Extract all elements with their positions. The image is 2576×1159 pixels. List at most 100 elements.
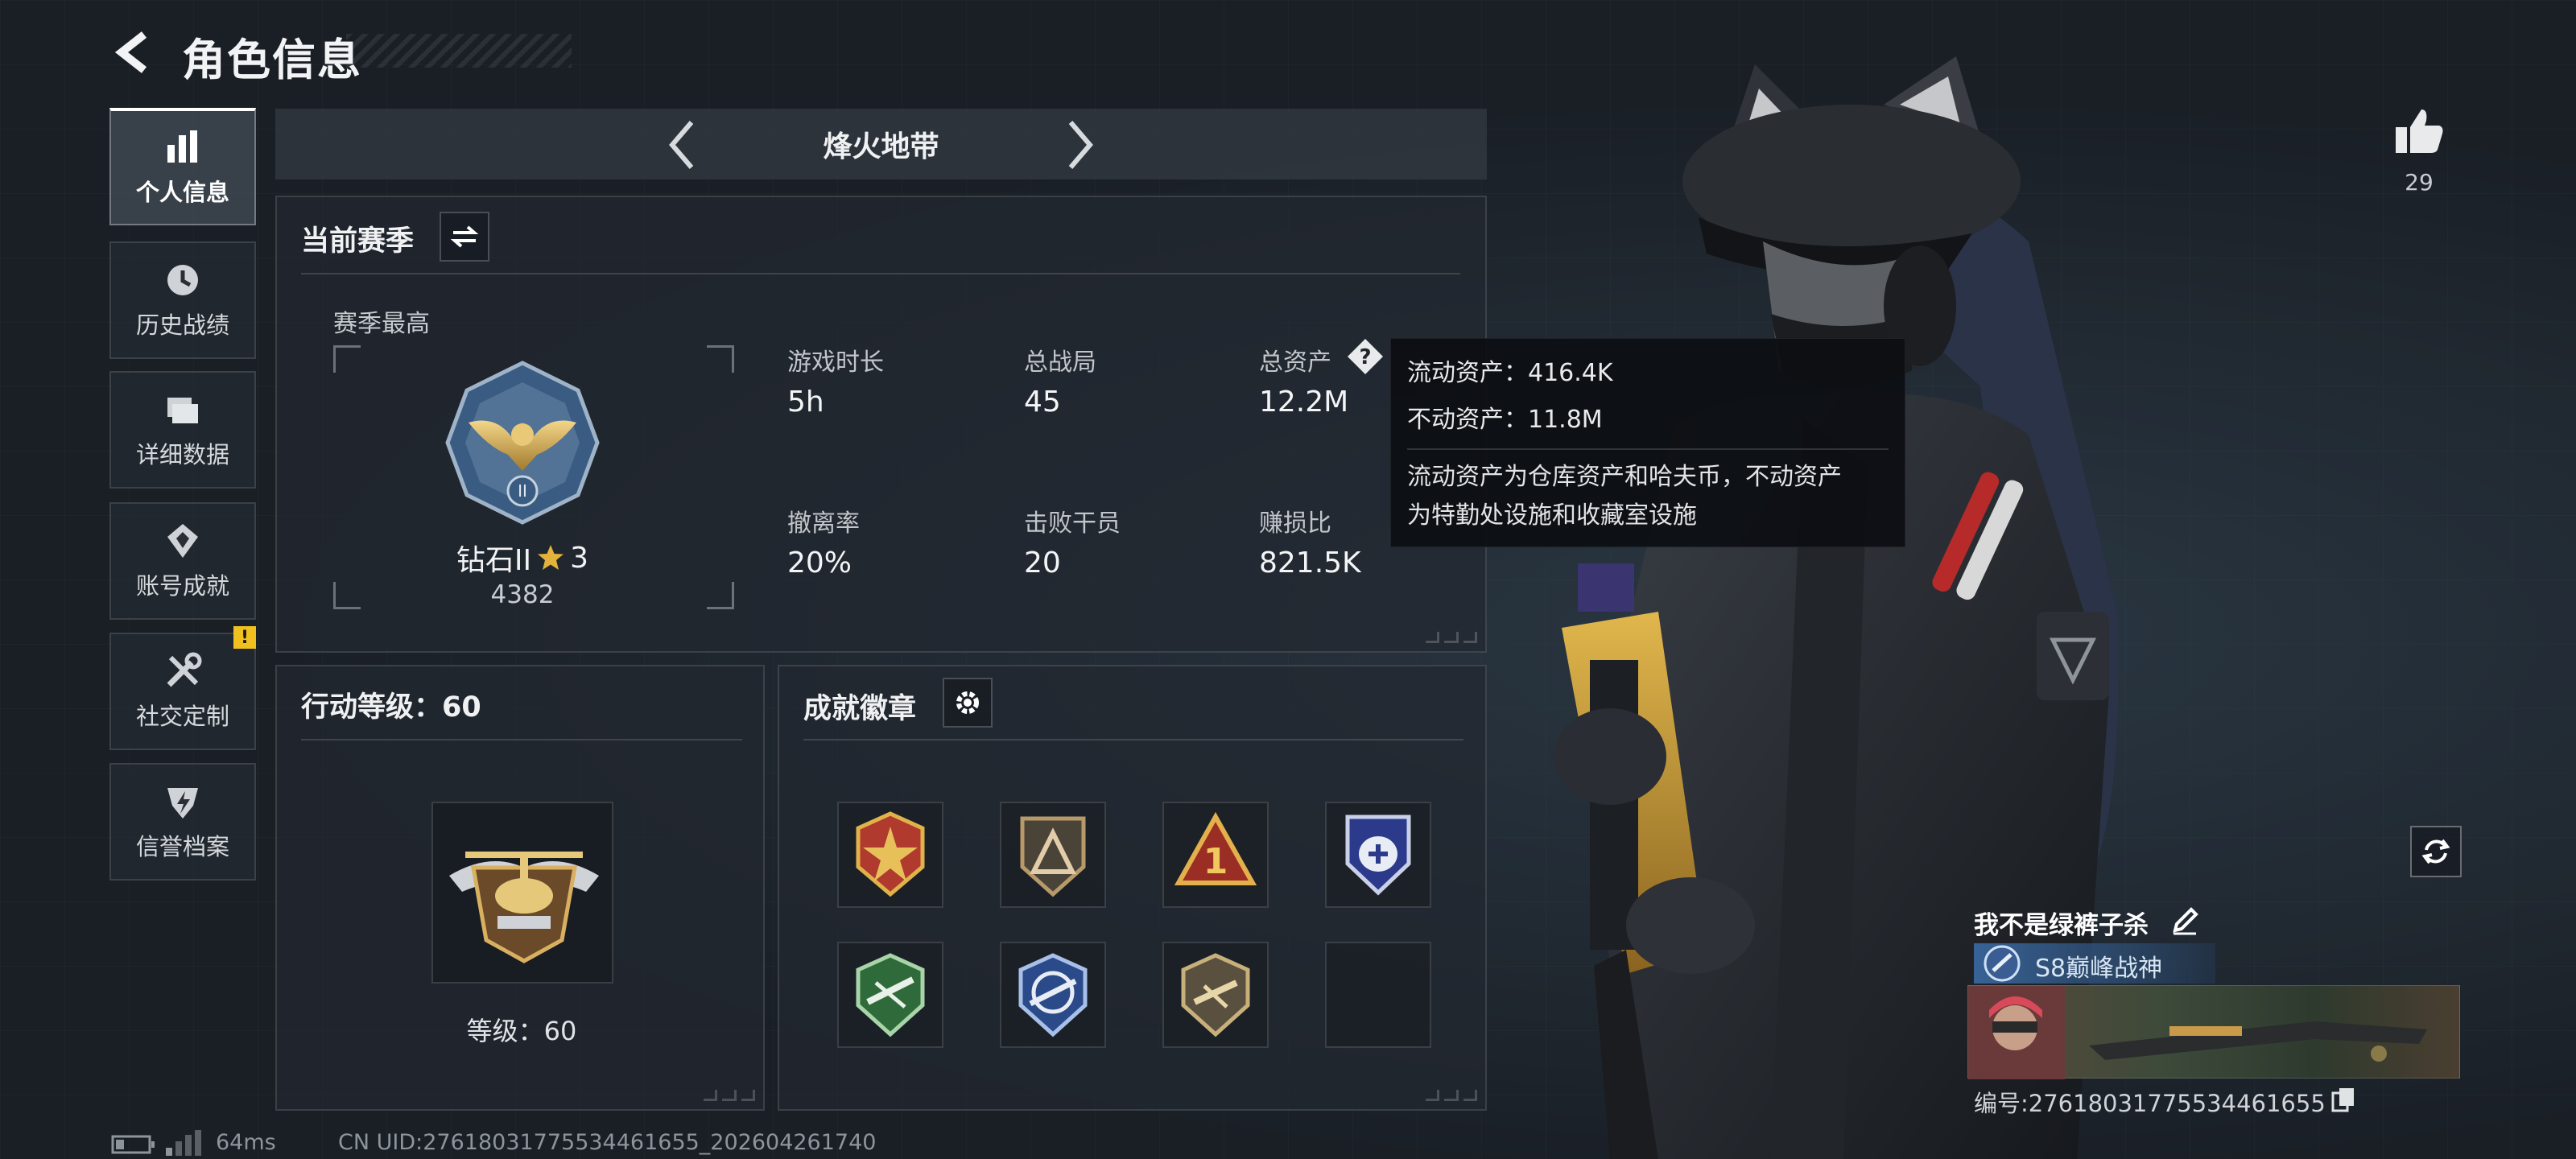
switch-season-button[interactable]	[440, 212, 489, 262]
rank-name: 钻石II	[456, 544, 532, 577]
blue-wing-badge-icon	[1345, 815, 1411, 896]
star-cross-badge-icon	[856, 811, 925, 897]
signal-icon	[166, 1130, 201, 1156]
stat-value: 45	[1024, 386, 1061, 419]
achievement-settings-button[interactable]	[943, 678, 993, 728]
like-button[interactable]	[2391, 103, 2447, 159]
edit-name-button[interactable]	[2169, 905, 2201, 937]
achievement-badge[interactable]	[1000, 802, 1106, 908]
battery-icon	[111, 1135, 155, 1154]
stat-label: 击败干员	[1024, 509, 1121, 538]
corner-decoration	[1426, 1090, 1477, 1101]
sidebar-item-social-custom[interactable]: 社交定制 !	[109, 626, 256, 750]
stat-value: 20	[1024, 547, 1061, 580]
sidebar-item-label: 个人信息	[135, 179, 229, 206]
achievement-badge[interactable]	[1162, 942, 1269, 1048]
profile-card-banner[interactable]	[1967, 985, 2460, 1079]
corner-decoration	[704, 1090, 755, 1101]
sidebar-item-detailed-data[interactable]: 详细数据	[109, 371, 256, 489]
achievement-badge[interactable]	[1000, 942, 1106, 1048]
shield-icon	[167, 788, 198, 819]
number-one-badge-icon: 1	[1174, 811, 1257, 885]
season-best-label: 赛季最高	[333, 310, 430, 338]
copy-icon	[2331, 1088, 2354, 1112]
copy-id-button[interactable]	[2331, 1087, 2355, 1112]
bar-chart-icon	[167, 130, 197, 163]
sidebar-item-reputation[interactable]: 信誉档案	[109, 763, 256, 881]
sidebar-item-label: 账号成就	[135, 572, 229, 600]
green-rifle-badge-icon	[856, 953, 925, 1037]
rank-diamond-emblem-icon: II	[445, 361, 600, 525]
tooltip-description-line: 流动资产为仓库资产和哈夫币，不动资产	[1407, 463, 1842, 491]
chevron-left-icon	[669, 121, 694, 169]
prev-mode-button[interactable]	[654, 117, 710, 173]
sidebar-item-label: 历史战绩	[135, 311, 229, 339]
stat-label: 游戏时长	[787, 349, 884, 377]
page-title: 角色信息	[182, 35, 362, 85]
corner-decoration	[1426, 632, 1477, 643]
sidebar-item-achievements[interactable]: 账号成就	[109, 502, 256, 620]
asset-tooltip: 流动资产：416.4K 不动资产：11.8M 流动资产为仓库资产和哈夫币，不动资…	[1390, 338, 1905, 547]
stat-label: 总战局	[1024, 349, 1096, 377]
player-id: 编号:27618031775534461655	[1974, 1090, 2326, 1117]
title-emblem-icon	[1984, 945, 2021, 982]
action-level-title: 行动等级：60	[301, 691, 481, 724]
stat-label: 撤离率	[787, 509, 860, 538]
rank-score: 4382	[490, 580, 555, 609]
level-emblem-frame	[431, 802, 613, 984]
gear-icon	[956, 691, 979, 714]
svg-text:1: 1	[1203, 841, 1228, 882]
frame-corner	[333, 582, 361, 609]
level-label: 等级：60	[466, 1016, 577, 1046]
next-mode-button[interactable]	[1052, 117, 1108, 173]
frame-corner	[707, 582, 734, 609]
stat-value: 5h	[787, 386, 824, 419]
player-title: S8巅峰战神	[2035, 955, 2163, 983]
footer-uid: CN UID:27618031775534461655_202604261740	[338, 1130, 877, 1155]
rank-stars: 3	[570, 541, 589, 575]
frame-corner	[333, 345, 361, 373]
stat-label: 总资产	[1259, 349, 1331, 377]
action-level-panel: 行动等级：60 等级：60	[275, 665, 765, 1111]
achievements-title: 成就徽章	[803, 693, 917, 725]
divider	[301, 739, 742, 740]
chevron-right-icon	[1068, 121, 1093, 169]
achievements-panel: 成就徽章 1	[778, 665, 1487, 1111]
player-name: 我不是绿裤子杀	[1974, 911, 2149, 940]
trophy-icon	[167, 524, 198, 558]
sidebar-item-label: 社交定制	[135, 703, 229, 730]
chevron-left-icon	[114, 31, 147, 73]
achievement-badge[interactable]	[1325, 802, 1431, 908]
sidebar-item-label: 信誉档案	[135, 833, 229, 860]
refresh-icon	[2421, 839, 2450, 864]
asset-info-button[interactable]: ?	[1346, 337, 1385, 376]
back-button[interactable]	[105, 24, 161, 80]
season-panel: 当前赛季 赛季最高 II 钻石II 3 4382 游戏时长 5h 总战局 45 …	[275, 196, 1487, 653]
svg-text:II: II	[518, 481, 527, 501]
sidebar-item-personal-info[interactable]: 个人信息	[109, 108, 256, 225]
helicopter-emblem-icon	[449, 852, 599, 963]
star-icon	[538, 545, 564, 570]
stat-value: 20%	[787, 547, 852, 580]
gold-rifle-badge-icon	[1181, 953, 1250, 1037]
refresh-button[interactable]	[2410, 826, 2462, 877]
sidebar-item-history[interactable]: 历史战绩	[109, 241, 256, 359]
mode-switcher: 烽火地带	[275, 109, 1487, 179]
swap-icon	[450, 225, 479, 248]
tooltip-description-line: 为特勤处设施和收藏室设施	[1407, 501, 1697, 530]
achievement-badge[interactable]: 1	[1162, 802, 1269, 908]
divider	[301, 273, 1460, 274]
folder-icon	[167, 398, 198, 423]
achievement-badge[interactable]	[837, 802, 943, 908]
sidebar-item-label: 详细数据	[135, 441, 229, 468]
triangle-badge-icon	[1020, 816, 1086, 897]
thumbs-up-icon	[2396, 109, 2443, 153]
empty-badge-slot[interactable]	[1325, 942, 1431, 1048]
rank-line: 钻石II 3	[438, 537, 607, 579]
svg-text:?: ?	[1359, 345, 1371, 369]
stat-label: 赚损比	[1259, 509, 1331, 538]
ping-value: 64ms	[216, 1130, 276, 1155]
achievement-badge[interactable]	[837, 942, 943, 1048]
season-title: 当前赛季	[301, 225, 415, 258]
like-count: 29	[2405, 169, 2434, 196]
